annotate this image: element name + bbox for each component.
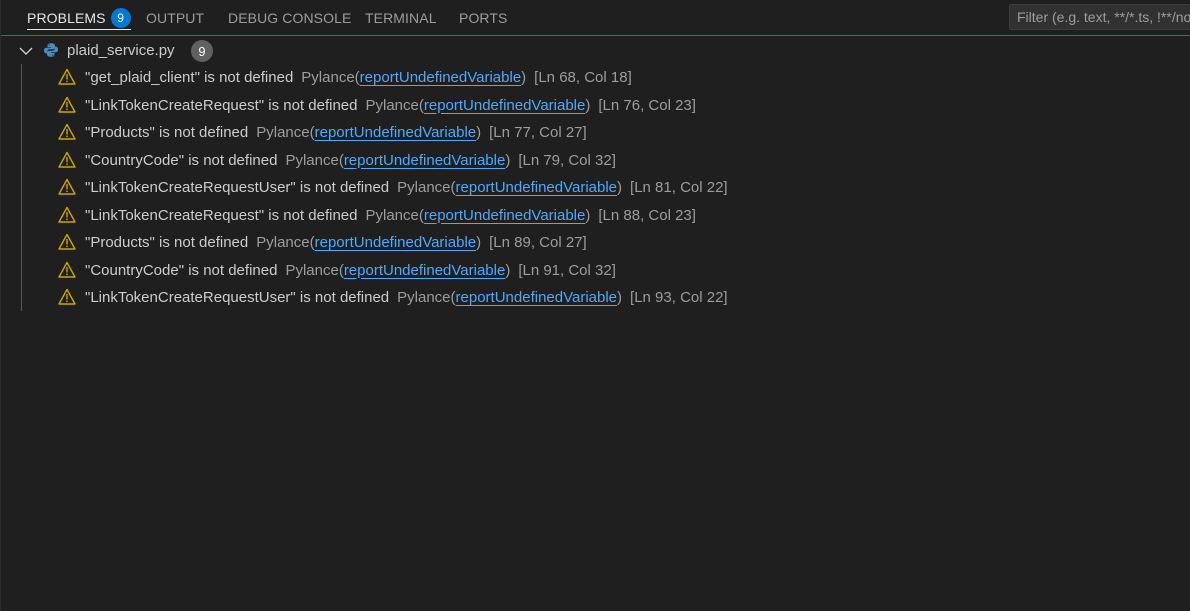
problem-text: "Products" is not defined Pylance(reportU… xyxy=(85,124,587,141)
problem-code-link[interactable]: reportUndefinedVariable xyxy=(344,152,506,169)
problem-code-close-paren: ) xyxy=(505,261,511,279)
problem-code-link[interactable]: reportUndefinedVariable xyxy=(315,234,477,251)
problem-location: [Ln 91, Col 32] xyxy=(518,261,616,279)
problem-code-link[interactable]: reportUndefinedVariable xyxy=(315,124,477,141)
problem-text: "LinkTokenCreateRequestUser" is not defi… xyxy=(85,289,728,306)
panel-tab-bar: PROBLEMS 9 OUTPUT DEBUG CONSOLE TERMINAL… xyxy=(1,0,1190,36)
problem-location: [Ln 79, Col 32] xyxy=(518,151,616,169)
problem-source: Pylance xyxy=(285,151,339,169)
problem-item[interactable]: "get_plaid_client" is not defined Pylance… xyxy=(1,64,1190,92)
problem-source: Pylance xyxy=(256,234,310,251)
problem-text: "LinkTokenCreateRequest" is not defined P… xyxy=(85,97,696,114)
tab-terminal[interactable]: TERMINAL xyxy=(365,0,437,35)
problem-text: "Products" is not defined Pylance(reportU… xyxy=(85,234,587,251)
problems-panel: PROBLEMS 9 OUTPUT DEBUG CONSOLE TERMINAL… xyxy=(0,0,1190,611)
problem-message: "LinkTokenCreateRequest" is not defined xyxy=(85,96,358,114)
problem-source: Pylance xyxy=(397,289,451,306)
problem-code-link[interactable]: reportUndefinedVariable xyxy=(424,97,586,114)
warning-icon xyxy=(58,261,76,278)
problem-source: Pylance xyxy=(365,206,419,224)
problem-code-close-paren: ) xyxy=(617,179,623,196)
problem-location: [Ln 77, Col 27] xyxy=(489,124,587,141)
problem-message: "CountryCode" is not defined xyxy=(85,151,278,169)
problem-message: "LinkTokenCreateRequestUser" is not defi… xyxy=(85,289,390,306)
problem-message: "LinkTokenCreateRequestUser" is not defi… xyxy=(85,179,390,196)
python-icon xyxy=(44,43,58,57)
tab-problems-label: PROBLEMS xyxy=(27,9,106,26)
problem-code-close-paren: ) xyxy=(505,151,511,169)
warning-icon xyxy=(58,68,76,85)
problem-item[interactable]: "Products" is not defined Pylance(reportU… xyxy=(1,119,1190,147)
problem-text: "get_plaid_client" is not defined Pylance… xyxy=(85,69,632,86)
file-tree-item-plaid-service[interactable]: plaid_service.py 9 xyxy=(1,38,1190,64)
problem-location: [Ln 76, Col 23] xyxy=(598,96,696,114)
problem-source: Pylance xyxy=(256,124,310,141)
problem-text: "LinkTokenCreateRequestUser" is not defi… xyxy=(85,179,728,196)
problem-code-close-paren: ) xyxy=(585,206,591,224)
problem-text: "CountryCode" is not defined Pylance(repo… xyxy=(85,152,616,169)
problem-source: Pylance xyxy=(365,96,419,114)
problem-item[interactable]: "CountryCode" is not defined Pylance(repo… xyxy=(1,257,1190,285)
problem-message: "Products" is not defined xyxy=(85,234,249,251)
problem-item[interactable]: "CountryCode" is not defined Pylance(repo… xyxy=(1,147,1190,175)
problems-filter-input[interactable] xyxy=(1009,4,1190,30)
problem-code-link[interactable]: reportUndefinedVariable xyxy=(456,289,618,306)
problem-code-close-paren: ) xyxy=(521,69,527,86)
problem-code-close-paren: ) xyxy=(585,96,591,114)
problem-code-link[interactable]: reportUndefinedVariable xyxy=(424,207,586,224)
problem-code-link[interactable]: reportUndefinedVariable xyxy=(344,262,506,279)
problem-code-close-paren: ) xyxy=(476,124,482,141)
warning-icon xyxy=(58,178,76,195)
problem-message: "CountryCode" is not defined xyxy=(85,261,278,279)
problem-source: Pylance xyxy=(397,179,451,196)
file-name: plaid_service.py xyxy=(67,42,175,59)
problem-location: [Ln 81, Col 22] xyxy=(630,179,728,196)
problem-code-close-paren: ) xyxy=(476,234,482,251)
warning-icon xyxy=(58,288,76,305)
tab-debug-console[interactable]: DEBUG CONSOLE xyxy=(228,0,351,35)
problems-list: "get_plaid_client" is not defined Pylance… xyxy=(1,64,1190,312)
problem-item[interactable]: "LinkTokenCreateRequest" is not defined P… xyxy=(1,92,1190,120)
problem-item[interactable]: "LinkTokenCreateRequest" is not defined P… xyxy=(1,202,1190,230)
problem-location: [Ln 68, Col 18] xyxy=(534,69,632,86)
tab-ports[interactable]: PORTS xyxy=(459,0,507,35)
problem-item[interactable]: "LinkTokenCreateRequestUser" is not defi… xyxy=(1,284,1190,312)
warning-icon xyxy=(58,151,76,168)
problem-text: "LinkTokenCreateRequest" is not defined P… xyxy=(85,207,696,224)
problem-location: [Ln 89, Col 27] xyxy=(489,234,587,251)
warning-icon xyxy=(58,123,76,140)
problem-message: "get_plaid_client" is not defined xyxy=(85,69,294,86)
tab-problems[interactable]: PROBLEMS 9 xyxy=(27,0,131,35)
problem-location: [Ln 88, Col 23] xyxy=(598,206,696,224)
problem-source: Pylance xyxy=(301,69,355,86)
problem-text: "CountryCode" is not defined Pylance(repo… xyxy=(85,262,616,279)
tab-output[interactable]: OUTPUT xyxy=(146,0,204,35)
tab-ports-label: PORTS xyxy=(459,9,508,26)
problem-message: "LinkTokenCreateRequest" is not defined xyxy=(85,206,358,224)
tab-debug-console-label: DEBUG CONSOLE xyxy=(228,9,352,26)
problem-location: [Ln 93, Col 22] xyxy=(630,289,728,306)
problem-item[interactable]: "LinkTokenCreateRequestUser" is not defi… xyxy=(1,174,1190,202)
chevron-down-icon[interactable] xyxy=(18,43,34,59)
problem-code-close-paren: ) xyxy=(617,289,623,306)
file-problem-count-badge: 9 xyxy=(191,40,213,62)
warning-icon xyxy=(58,206,76,223)
tab-terminal-label: TERMINAL xyxy=(365,9,437,26)
tab-output-label: OUTPUT xyxy=(146,9,205,26)
problems-count-badge: 9 xyxy=(110,7,131,28)
problem-item[interactable]: "Products" is not defined Pylance(reportU… xyxy=(1,229,1190,257)
problem-code-link[interactable]: reportUndefinedVariable xyxy=(456,179,618,196)
warning-icon xyxy=(58,233,76,250)
problem-source: Pylance xyxy=(285,261,339,279)
problem-message: "Products" is not defined xyxy=(85,124,249,141)
warning-icon xyxy=(58,96,76,113)
problem-code-link[interactable]: reportUndefinedVariable xyxy=(360,69,522,86)
